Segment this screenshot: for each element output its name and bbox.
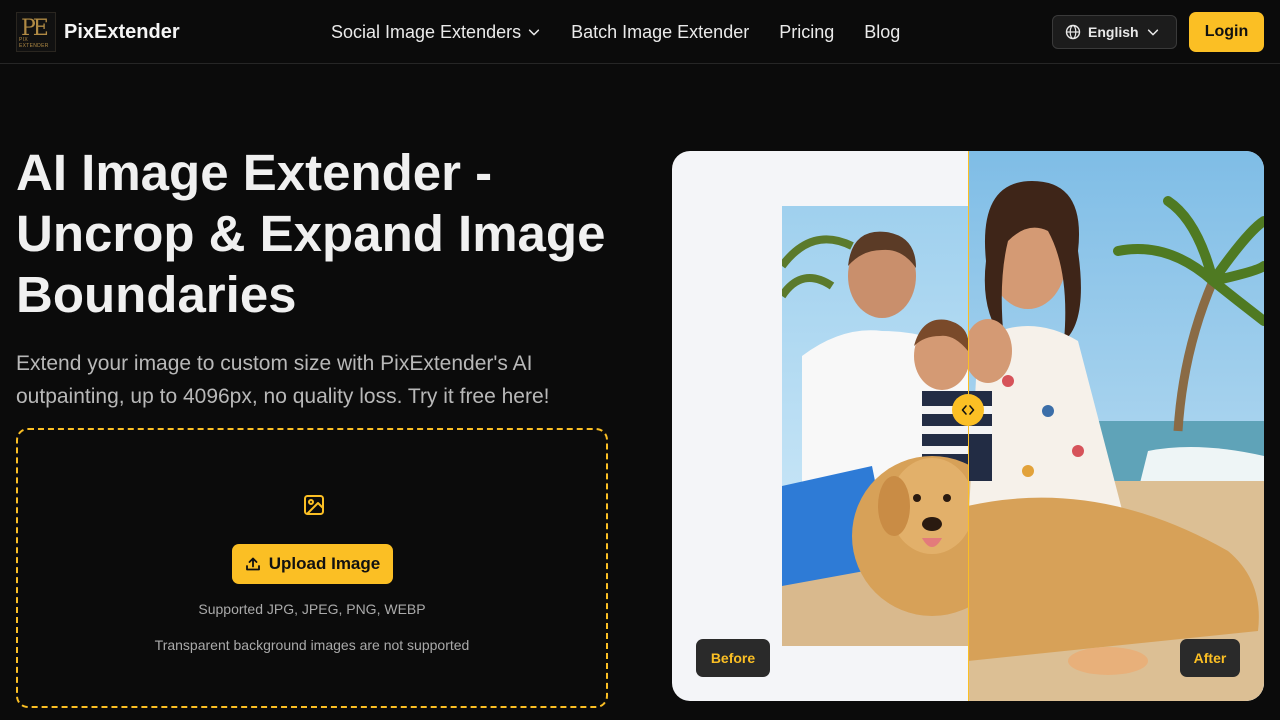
after-image xyxy=(968,151,1264,701)
before-label: Before xyxy=(696,639,770,677)
nav-blog[interactable]: Blog xyxy=(864,20,900,44)
nav-label: Social Image Extenders xyxy=(331,21,522,42)
globe-icon xyxy=(1065,24,1081,40)
upload-image-button[interactable]: Upload Image xyxy=(232,544,393,584)
nav-label: Blog xyxy=(864,21,901,42)
upload-dropzone[interactable]: Upload Image Supported JPG, JPEG, PNG, W… xyxy=(16,428,608,708)
nav-social-image-extenders[interactable]: Social Image Extenders xyxy=(331,20,541,44)
page-title: AI Image Extender - Uncrop & Expand Imag… xyxy=(16,144,606,323)
upload-icon xyxy=(245,557,260,571)
nav-label: Pricing xyxy=(779,21,835,42)
brand-logo[interactable]: PE PIX EXTENDER PixExtender xyxy=(16,12,180,52)
nav-batch-image-extender[interactable]: Batch Image Extender xyxy=(571,20,749,44)
transparent-note-text: Transparent background images are not su… xyxy=(154,637,470,653)
main-nav: Social Image Extenders Batch Image Exten… xyxy=(331,20,900,44)
code-arrows-icon xyxy=(961,405,975,415)
language-label: English xyxy=(1088,24,1139,40)
site-header: PE PIX EXTENDER PixExtender Social Image… xyxy=(0,0,1280,64)
logo-mark-icon: PE PIX EXTENDER xyxy=(16,12,56,52)
after-label: After xyxy=(1180,639,1240,677)
page-subtitle: Extend your image to custom size with Pi… xyxy=(16,352,550,408)
language-selector[interactable]: English xyxy=(1052,15,1177,49)
before-image xyxy=(782,206,968,646)
chevron-down-icon xyxy=(1147,29,1158,36)
before-after-comparison: Before After xyxy=(672,151,1264,701)
login-button[interactable]: Login xyxy=(1189,12,1264,52)
chevron-down-icon xyxy=(528,29,540,36)
nav-pricing[interactable]: Pricing xyxy=(779,20,834,44)
comparison-slider-handle[interactable] xyxy=(952,394,984,426)
upload-button-label: Upload Image xyxy=(268,554,381,573)
logo-mark-subtext: PIX EXTENDER xyxy=(19,37,49,49)
comparison-divider[interactable] xyxy=(968,151,969,701)
brand-name: PixExtender xyxy=(64,20,180,43)
nav-label: Batch Image Extender xyxy=(571,21,750,42)
image-icon xyxy=(304,495,324,515)
supported-formats-text: Supported JPG, JPEG, PNG, WEBP xyxy=(198,601,426,617)
